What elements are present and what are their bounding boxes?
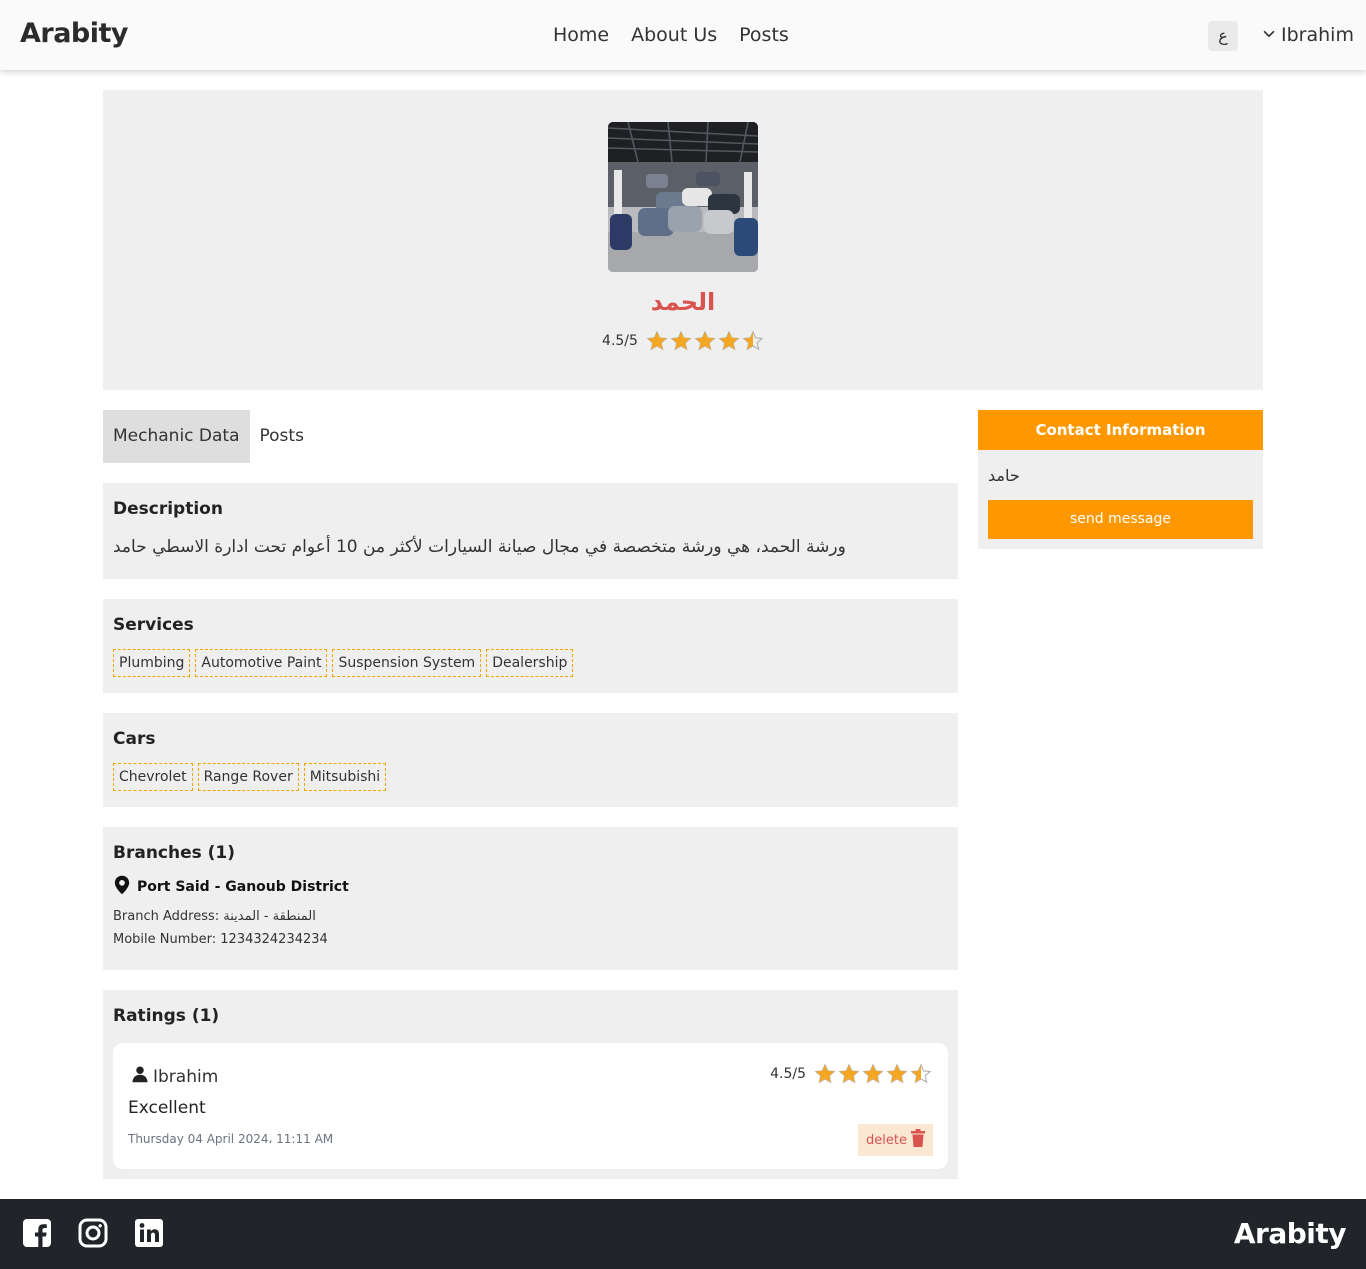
rating-stars <box>814 1063 932 1085</box>
profile-tabs: Mechanic Data Posts <box>103 410 314 463</box>
user-icon <box>131 1065 149 1088</box>
ratings-card: Ratings (1) Ibrahim 4.5/5 Excellent Thur… <box>103 990 958 1179</box>
star-icon <box>742 330 764 351</box>
location-pin-icon <box>113 875 131 899</box>
service-tag: Dealership <box>486 649 574 677</box>
star-icon <box>862 1063 884 1084</box>
contact-name: حامد <box>988 466 1020 485</box>
service-tag: Plumbing <box>113 649 191 677</box>
workshop-image <box>608 122 758 272</box>
rating-item: Ibrahim 4.5/5 Excellent Thursday 04 Apri… <box>113 1043 948 1169</box>
star-icon <box>838 1063 860 1084</box>
footer: Arabity <box>0 1199 1366 1269</box>
rating-comment: Excellent <box>128 1098 206 1118</box>
facebook-icon[interactable] <box>22 1218 52 1252</box>
top-navbar: Arabity Home About Us Posts ع Ibrahim <box>0 0 1366 70</box>
language-toggle-button[interactable]: ع <box>1208 21 1238 51</box>
user-menu-dropdown[interactable]: Ibrahim <box>1262 24 1354 46</box>
user-name: Ibrahim <box>1281 24 1354 46</box>
social-links <box>22 1218 164 1252</box>
delete-label: delete <box>866 1132 907 1148</box>
star-icon <box>646 330 668 351</box>
service-tag: Automotive Paint <box>195 649 328 677</box>
cars-title: Cars <box>113 729 156 749</box>
car-tag: Range Rover <box>197 763 299 791</box>
description-title: Description <box>113 499 223 519</box>
star-icon <box>886 1063 908 1084</box>
tab-posts[interactable]: Posts <box>250 410 314 463</box>
car-tag: Chevrolet <box>113 763 193 791</box>
mechanic-profile-header: الحمد 4.5/5 <box>103 90 1263 390</box>
chevron-down-icon <box>1262 24 1276 46</box>
nav-posts[interactable]: Posts <box>739 24 789 46</box>
rating-score: 4.5/5 <box>770 1066 806 1082</box>
star-icon <box>814 1063 836 1084</box>
cars-card: Cars Chevrolet Range Rover Mitsubishi <box>103 713 958 807</box>
star-icon <box>670 330 692 351</box>
rating-date: Thursday 04 April 2024، 11:11 AM <box>128 1132 334 1146</box>
branch-address: Branch Address: المنطقة - المدينة <box>113 909 316 924</box>
instagram-icon[interactable] <box>78 1218 108 1252</box>
branch-mobile: Mobile Number: 1234324234234 <box>113 932 328 947</box>
branch-name: Port Said - Ganoub District <box>137 879 349 895</box>
rating-user-name: Ibrahim <box>153 1066 219 1087</box>
mechanic-name: الحمد <box>650 288 716 316</box>
rating-stars <box>646 330 764 352</box>
branch-item: Port Said - Ganoub District <box>113 875 948 899</box>
star-icon <box>694 330 716 351</box>
contact-information-panel: Contact Information حامد send message <box>978 410 1263 549</box>
rating-user: Ibrahim <box>131 1065 218 1088</box>
rating-score-group: 4.5/5 <box>770 1063 932 1085</box>
description-text: ورشة الحمد، هي ورشة متخصصة في مجال صيانة… <box>113 537 846 557</box>
service-tag: Suspension System <box>332 649 482 677</box>
services-card: Services Plumbing Automotive Paint Suspe… <box>103 599 958 693</box>
star-icon <box>718 330 740 351</box>
send-message-button[interactable]: send message <box>988 500 1253 539</box>
rating-score: 4.5/5 <box>602 333 638 349</box>
branches-title: Branches (1) <box>113 843 236 863</box>
services-title: Services <box>113 615 194 635</box>
star-icon <box>910 1063 932 1084</box>
car-tag: Mitsubishi <box>303 763 387 791</box>
brand-logo[interactable]: Arabity <box>20 18 129 49</box>
description-card: Description ورشة الحمد، هي ورشة متخصصة ف… <box>103 483 958 579</box>
nav-about-us[interactable]: About Us <box>631 24 717 46</box>
trash-icon <box>911 1129 925 1151</box>
linkedin-icon[interactable] <box>134 1218 164 1252</box>
cars-tags: Chevrolet Range Rover Mitsubishi <box>113 763 948 791</box>
nav-home[interactable]: Home <box>553 24 609 46</box>
contact-title: Contact Information <box>978 410 1263 450</box>
main-nav: Home About Us Posts <box>553 24 789 46</box>
services-tags: Plumbing Automotive Paint Suspension Sys… <box>113 649 948 677</box>
footer-brand-logo: Arabity <box>1233 1217 1347 1250</box>
mechanic-rating: 4.5/5 <box>103 330 1263 352</box>
delete-rating-button[interactable]: delete <box>858 1124 933 1156</box>
branches-card: Branches (1) Port Said - Ganoub District… <box>103 827 958 970</box>
tab-mechanic-data[interactable]: Mechanic Data <box>103 410 250 463</box>
ratings-title: Ratings (1) <box>113 1006 220 1026</box>
